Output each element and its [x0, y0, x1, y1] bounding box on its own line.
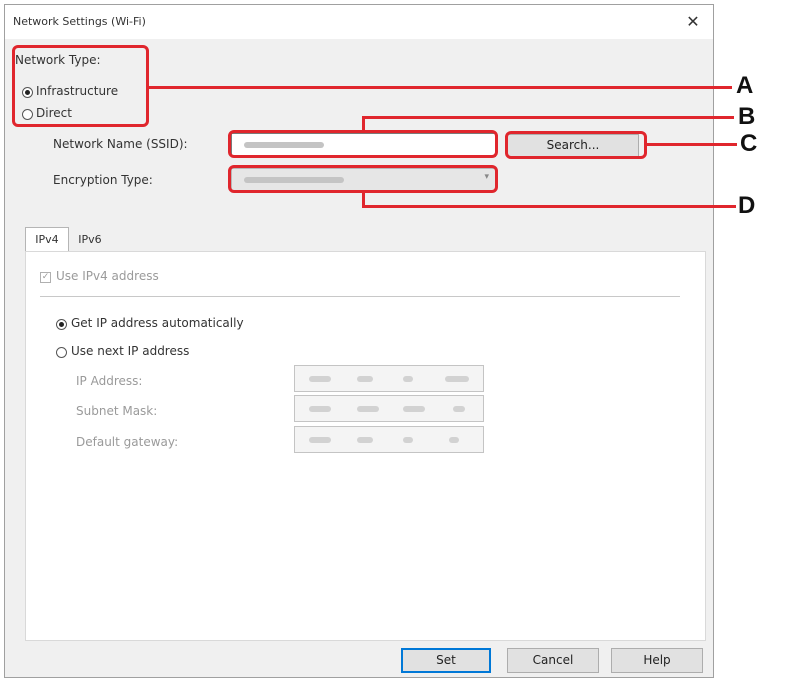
manual-ip-label[interactable]: Use next IP address [71, 344, 189, 358]
tab-ipv4[interactable]: IPv4 [25, 227, 69, 252]
cancel-button[interactable]: Cancel [507, 648, 599, 673]
callout-c-box [505, 131, 647, 159]
callout-a-line [149, 86, 732, 89]
encryption-type-label: Encryption Type: [53, 173, 153, 187]
auto-ip-label[interactable]: Get IP address automatically [71, 316, 244, 330]
callout-b-line [362, 116, 734, 119]
window-title: Network Settings (Wi-Fi) [13, 15, 146, 28]
subnet-mask-input[interactable] [294, 395, 484, 422]
ipv4-tab-panel: ✓ Use IPv4 address Get IP address automa… [25, 251, 706, 641]
callout-d-box [228, 165, 498, 193]
use-ipv4-checkbox[interactable]: ✓ [40, 272, 51, 283]
manual-ip-radio[interactable] [56, 347, 67, 358]
callout-b-marker: B [738, 103, 756, 130]
callout-a-marker: A [736, 72, 754, 99]
separator-line [40, 296, 680, 297]
ssid-label: Network Name (SSID): [53, 137, 188, 151]
use-ipv4-label: Use IPv4 address [56, 269, 159, 283]
callout-d-line [362, 205, 736, 208]
callout-c-marker: C [740, 130, 758, 157]
ip-address-label: IP Address: [76, 374, 143, 388]
close-icon[interactable]: ✕ [681, 10, 705, 34]
auto-ip-radio[interactable] [56, 319, 67, 330]
set-button[interactable]: Set [401, 648, 491, 673]
default-gateway-input[interactable] [294, 426, 484, 453]
help-button[interactable]: Help [611, 648, 703, 673]
callout-a-box [12, 45, 149, 127]
subnet-mask-label: Subnet Mask: [76, 404, 158, 418]
callout-b-box [228, 130, 498, 158]
tab-ipv6[interactable]: IPv6 [69, 229, 111, 251]
default-gateway-label: Default gateway: [76, 435, 179, 449]
ip-address-input[interactable] [294, 365, 484, 392]
callout-d-marker: D [738, 192, 756, 219]
callout-c-line [647, 143, 737, 146]
title-bar: Network Settings (Wi-Fi) ✕ [5, 5, 713, 39]
